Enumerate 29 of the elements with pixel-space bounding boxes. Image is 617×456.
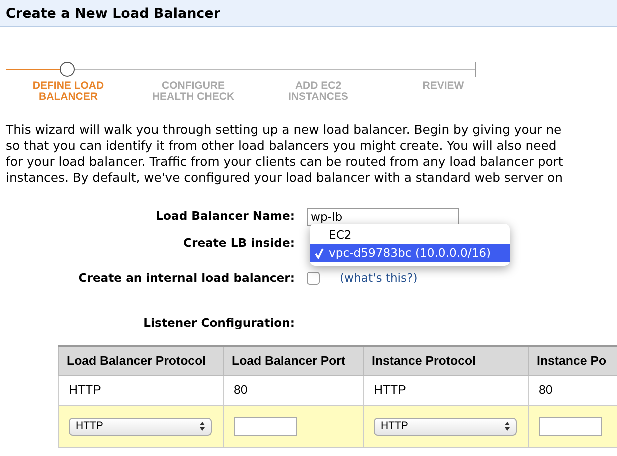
intro-text: This wizard will walk you through setting up a new load balancer. Begin by giving your ne	[6, 122, 562, 138]
intro-text: for your load balancer. Traffic from your clients can be routed from any load balancer port	[6, 154, 564, 170]
progress-line	[6, 69, 60, 70]
field-label: Load Balancer Name:	[156, 208, 295, 226]
checkbox[interactable]	[307, 272, 320, 286]
step-label: REVIEW	[422, 81, 466, 94]
page-title: Create a New Load Balancer	[0, 0, 617, 27]
column-header: Instance Po	[528, 346, 617, 376]
step-label: CONFIGURE HEALTH CHECK	[151, 81, 236, 103]
intro-text: so that you can identify it from other load balancers you might create. You will also need	[6, 138, 557, 154]
protocol-select[interactable]: HTTP	[374, 418, 517, 436]
field-label: Listener Configuration:	[144, 315, 295, 332]
protocol-select[interactable]: HTTP	[69, 418, 212, 436]
updown-arrow-icon	[505, 422, 510, 432]
step-label: ADD EC2 INSTANCES	[288, 81, 350, 103]
port-input[interactable]	[539, 417, 602, 436]
column-header: Load Balancer Protocol	[58, 346, 224, 376]
intro-text: instances. By default, we've configured your load balancer with a standard web server on	[6, 170, 563, 186]
field-label: Create an internal load balancer:	[78, 270, 295, 287]
step-label: DEFINE LOAD BALANCER	[32, 81, 106, 103]
help-link[interactable]: (what's this?)	[340, 270, 418, 288]
column-header: Instance Protocol	[364, 346, 528, 376]
menu-option[interactable]: EC2	[310, 226, 510, 244]
port-input[interactable]	[234, 417, 297, 436]
field-label: Create LB inside:	[183, 235, 295, 252]
updown-arrow-icon	[200, 422, 205, 432]
menu-option[interactable]: vpc-d59783bc (10.0.0.0/16)	[310, 244, 510, 262]
column-header: Load Balancer Port	[224, 346, 364, 376]
check-icon	[315, 248, 324, 258]
